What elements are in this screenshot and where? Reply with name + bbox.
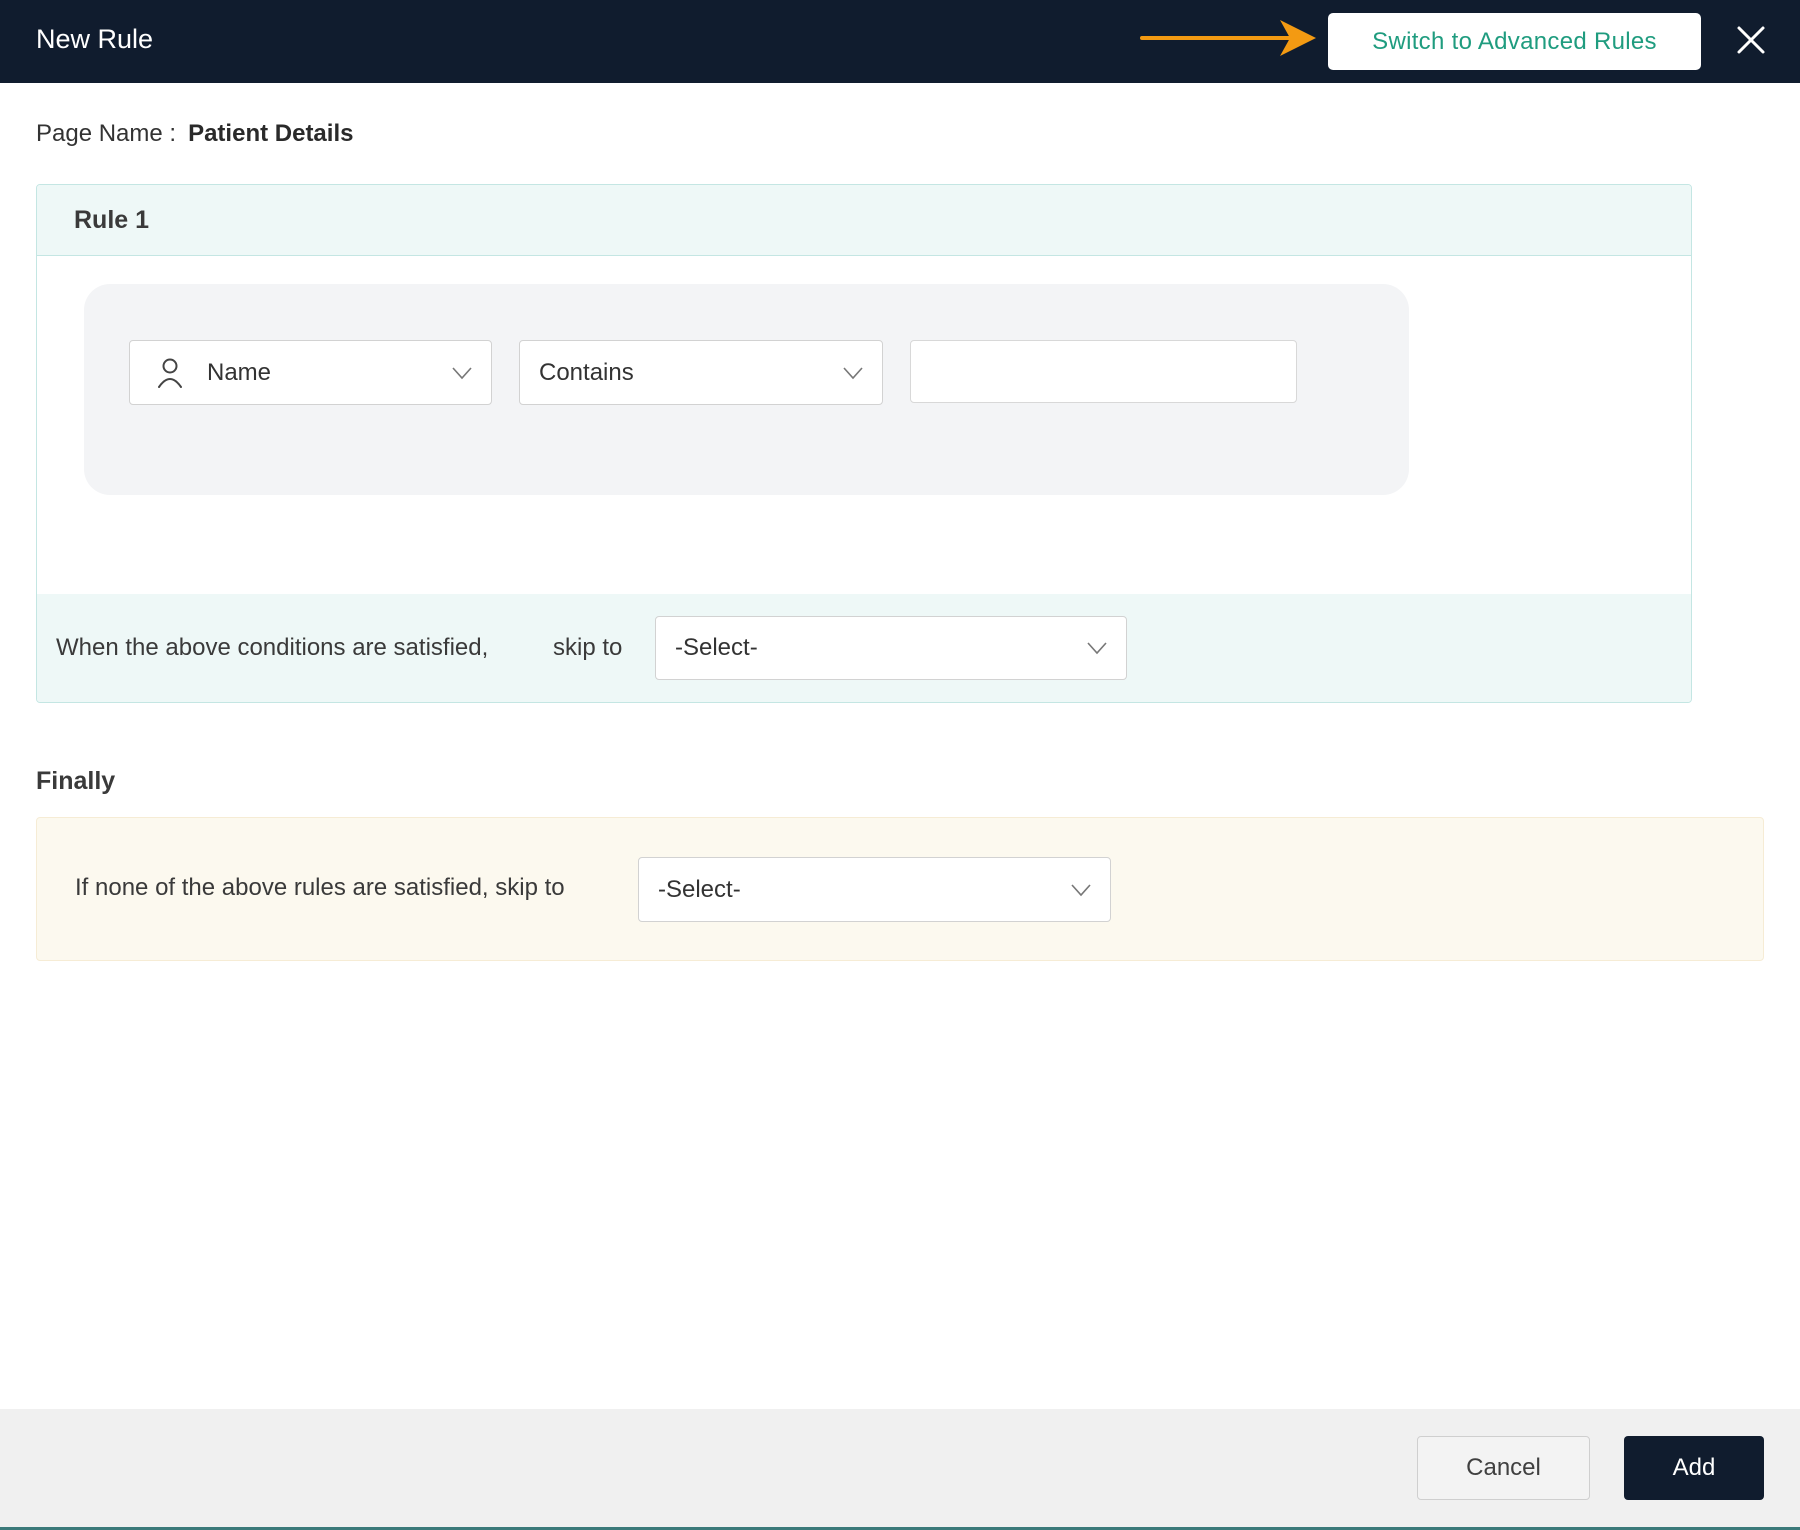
dialog-title: New Rule: [36, 24, 154, 54]
rule-panel: Rule 1 Name Contains When the above cond…: [36, 184, 1692, 703]
condition-value-input[interactable]: [910, 340, 1297, 403]
skip-row: When the above conditions are satisfied,…: [37, 594, 1691, 702]
operator-select-value: Contains: [539, 358, 634, 386]
dialog-header: New Rule Switch to Advanced Rules: [0, 0, 1800, 83]
finally-panel: If none of the above rules are satisfied…: [36, 817, 1764, 961]
page-name: Page Name : Patient Details: [36, 120, 353, 148]
annotation-arrow-icon: [1140, 20, 1316, 56]
switch-to-advanced-rules-button[interactable]: Switch to Advanced Rules: [1328, 13, 1701, 70]
field-select[interactable]: Name: [129, 340, 492, 405]
dialog-footer: Cancel Add: [0, 1409, 1800, 1530]
skip-to-select[interactable]: -Select-: [655, 616, 1127, 680]
finally-skip-to-select[interactable]: -Select-: [638, 857, 1111, 922]
finally-heading: Finally: [36, 767, 116, 795]
page-name-label: Page Name :: [36, 120, 177, 147]
skip-to-label: skip to: [553, 634, 623, 661]
field-select-value: Name: [207, 358, 272, 386]
rule-header: Rule 1: [37, 185, 1691, 256]
finally-text: If none of the above rules are satisfied…: [75, 874, 565, 901]
finally-select-value: -Select-: [658, 875, 741, 903]
skip-condition-text: When the above conditions are satisfied,: [56, 634, 489, 661]
chevron-down-icon: [1087, 642, 1107, 655]
chevron-down-icon: [1071, 883, 1091, 896]
skip-to-select-value: -Select-: [675, 634, 758, 661]
close-icon[interactable]: [1733, 22, 1769, 58]
add-button[interactable]: Add: [1624, 1436, 1764, 1500]
rule-title: Rule 1: [74, 206, 150, 234]
condition-box: Name Contains: [84, 284, 1409, 495]
cancel-button[interactable]: Cancel: [1417, 1436, 1590, 1500]
chevron-down-icon: [843, 366, 863, 379]
operator-select[interactable]: Contains: [519, 340, 883, 405]
chevron-down-icon: [452, 366, 472, 379]
page-name-value: Patient Details: [188, 120, 354, 147]
user-icon: [158, 358, 182, 388]
